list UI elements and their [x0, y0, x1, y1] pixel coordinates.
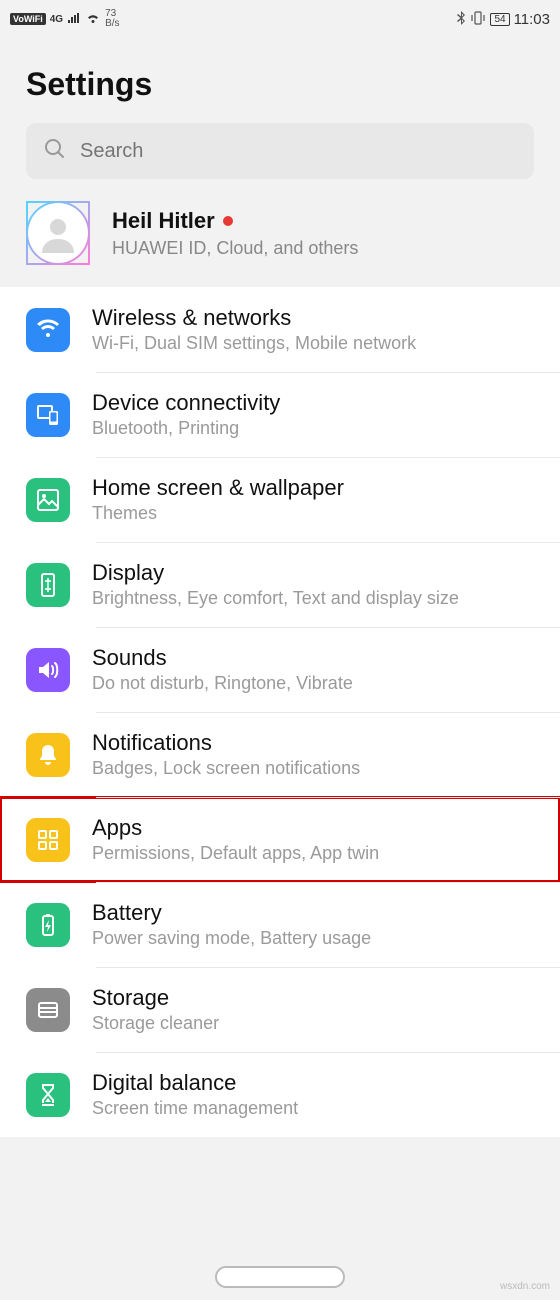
- avatar: [26, 201, 90, 265]
- status-left: VoWiFi 4G 73 B/s: [10, 9, 120, 29]
- row-text: Digital balanceScreen time management: [92, 1070, 534, 1119]
- settings-row-battery[interactable]: BatteryPower saving mode, Battery usage: [0, 882, 560, 967]
- page-title: Settings: [26, 66, 534, 103]
- wifi-status-icon: [85, 12, 101, 27]
- row-title: Wireless & networks: [92, 305, 534, 331]
- search-bar[interactable]: [26, 123, 534, 179]
- row-subtitle: Brightness, Eye comfort, Text and displa…: [92, 588, 534, 609]
- signal-icon: [67, 12, 81, 27]
- row-text: Home screen & wallpaperThemes: [92, 475, 534, 524]
- battery-icon: [26, 903, 70, 947]
- row-title: Device connectivity: [92, 390, 534, 416]
- row-title: Battery: [92, 900, 534, 926]
- row-text: BatteryPower saving mode, Battery usage: [92, 900, 534, 949]
- header: Settings: [0, 38, 560, 123]
- settings-row-device-connectivity[interactable]: Device connectivityBluetooth, Printing: [0, 372, 560, 457]
- row-title: Home screen & wallpaper: [92, 475, 534, 501]
- notification-dot-icon: [223, 216, 233, 226]
- settings-row-digital-balance[interactable]: Digital balanceScreen time management: [0, 1052, 560, 1137]
- settings-row-storage[interactable]: StorageStorage cleaner: [0, 967, 560, 1052]
- row-text: DisplayBrightness, Eye comfort, Text and…: [92, 560, 534, 609]
- settings-row-display[interactable]: DisplayBrightness, Eye comfort, Text and…: [0, 542, 560, 627]
- hourglass-icon: [26, 1073, 70, 1117]
- row-subtitle: Screen time management: [92, 1098, 534, 1119]
- row-title: Digital balance: [92, 1070, 534, 1096]
- row-title: Sounds: [92, 645, 534, 671]
- row-subtitle: Themes: [92, 503, 534, 524]
- account-text: Heil Hitler HUAWEI ID, Cloud, and others: [112, 208, 534, 259]
- clock: 11:03: [514, 11, 550, 28]
- network-type: 4G: [50, 14, 63, 25]
- vowifi-badge: VoWiFi: [10, 13, 46, 25]
- row-subtitle: Permissions, Default apps, App twin: [92, 843, 534, 864]
- row-subtitle: Do not disturb, Ringtone, Vibrate: [92, 673, 534, 694]
- row-text: AppsPermissions, Default apps, App twin: [92, 815, 534, 864]
- settings-row-home-screen-wallpaper[interactable]: Home screen & wallpaperThemes: [0, 457, 560, 542]
- row-title: Storage: [92, 985, 534, 1011]
- apps-icon: [26, 818, 70, 862]
- watermark: wsxdn.com: [500, 1281, 550, 1292]
- row-subtitle: Power saving mode, Battery usage: [92, 928, 534, 949]
- row-title: Apps: [92, 815, 534, 841]
- settings-list: Wireless & networksWi-Fi, Dual SIM setti…: [0, 287, 560, 1137]
- nav-pill[interactable]: [215, 1266, 345, 1288]
- row-title: Notifications: [92, 730, 534, 756]
- vibrate-icon: [470, 11, 486, 28]
- account-row[interactable]: Heil Hitler HUAWEI ID, Cloud, and others: [0, 179, 560, 287]
- sound-icon: [26, 648, 70, 692]
- status-right: 54 11:03: [456, 11, 550, 28]
- settings-row-wireless-networks[interactable]: Wireless & networksWi-Fi, Dual SIM setti…: [0, 287, 560, 372]
- bell-icon: [26, 733, 70, 777]
- storage-icon: [26, 988, 70, 1032]
- status-bar: VoWiFi 4G 73 B/s 54 11:03: [0, 0, 560, 38]
- search-input[interactable]: [80, 140, 516, 163]
- row-subtitle: Bluetooth, Printing: [92, 418, 534, 439]
- row-subtitle: Storage cleaner: [92, 1013, 534, 1034]
- row-text: Device connectivityBluetooth, Printing: [92, 390, 534, 439]
- row-text: SoundsDo not disturb, Ringtone, Vibrate: [92, 645, 534, 694]
- row-text: NotificationsBadges, Lock screen notific…: [92, 730, 534, 779]
- wifi-icon: [26, 308, 70, 352]
- data-speed: 73 B/s: [105, 9, 119, 29]
- settings-row-apps[interactable]: AppsPermissions, Default apps, App twin: [0, 797, 560, 882]
- home-icon: [26, 478, 70, 522]
- row-text: StorageStorage cleaner: [92, 985, 534, 1034]
- row-subtitle: Badges, Lock screen notifications: [92, 758, 534, 779]
- search-icon: [44, 138, 66, 165]
- bluetooth-icon: [456, 11, 466, 28]
- row-title: Display: [92, 560, 534, 586]
- account-subtitle: HUAWEI ID, Cloud, and others: [112, 238, 534, 259]
- device-icon: [26, 393, 70, 437]
- battery-indicator: 54: [490, 13, 509, 26]
- display-icon: [26, 563, 70, 607]
- settings-row-notifications[interactable]: NotificationsBadges, Lock screen notific…: [0, 712, 560, 797]
- row-subtitle: Wi-Fi, Dual SIM settings, Mobile network: [92, 333, 534, 354]
- settings-row-sounds[interactable]: SoundsDo not disturb, Ringtone, Vibrate: [0, 627, 560, 712]
- account-name: Heil Hitler: [112, 208, 534, 234]
- row-text: Wireless & networksWi-Fi, Dual SIM setti…: [92, 305, 534, 354]
